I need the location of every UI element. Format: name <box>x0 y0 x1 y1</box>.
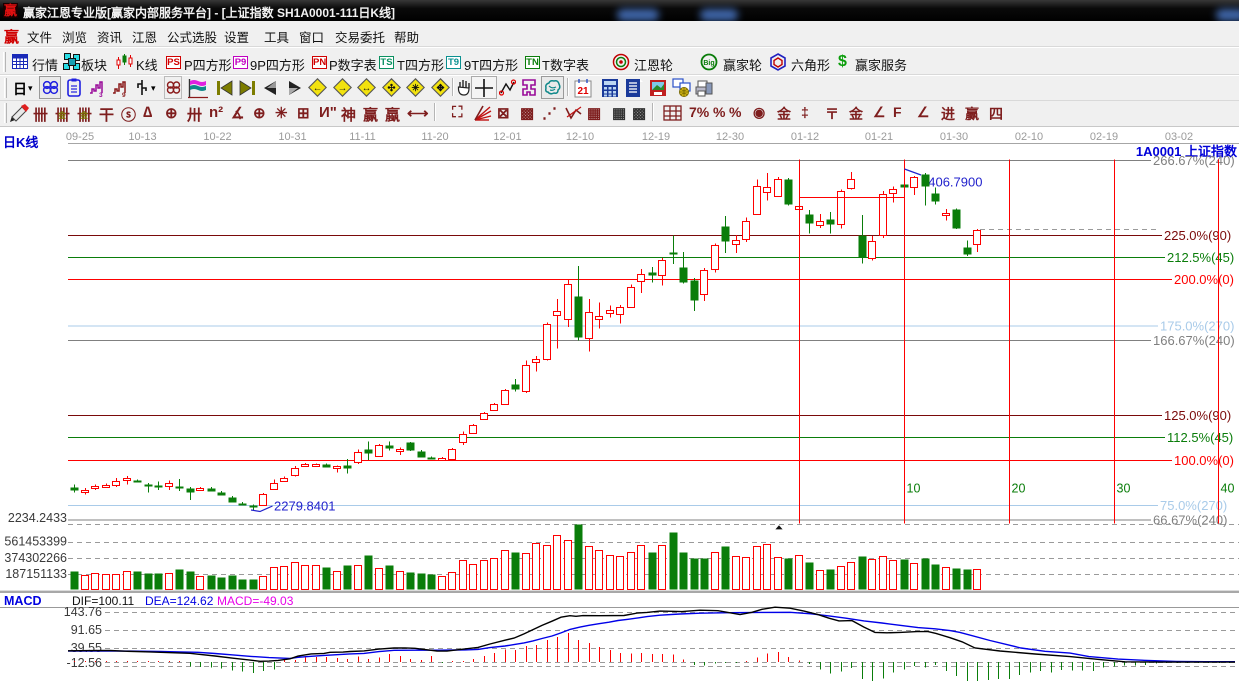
svg-text:40: 40 <box>1221 482 1235 496</box>
svg-text:09-25: 09-25 <box>66 131 94 143</box>
svg-text:100.0%(0): 100.0%(0) <box>1174 453 1234 468</box>
svg-text:2234.2433: 2234.2433 <box>8 511 67 525</box>
svg-text:12-30: 12-30 <box>716 131 744 143</box>
svg-text:2279.8401: 2279.8401 <box>274 499 335 514</box>
svg-text:91.65: 91.65 <box>71 623 102 637</box>
svg-text:10-22: 10-22 <box>203 131 231 143</box>
svg-text:日K线: 日K线 <box>3 135 38 150</box>
svg-text:10: 10 <box>907 482 921 496</box>
svg-text:212.5%(45): 212.5%(45) <box>1167 250 1234 265</box>
svg-text:187151133: 187151133 <box>5 567 67 581</box>
svg-text:✥: ✥ <box>436 83 445 94</box>
svg-text:✳: ✳ <box>412 83 421 94</box>
svg-text:143.76: 143.76 <box>64 605 102 619</box>
svg-text:Big: Big <box>703 60 714 67</box>
svg-text:←: ← <box>313 83 323 94</box>
svg-text:MACD: MACD <box>4 594 42 608</box>
svg-text:11-11: 11-11 <box>349 131 376 143</box>
svg-text:66.67%(240): 66.67%(240) <box>1153 513 1227 528</box>
svg-text:3406.7900: 3406.7900 <box>921 175 982 190</box>
svg-text:01-21: 01-21 <box>865 131 893 143</box>
svg-text:30: 30 <box>1117 482 1131 496</box>
svg-text:12-01: 12-01 <box>493 131 521 143</box>
svg-text:✣: ✣ <box>387 83 396 94</box>
svg-text:02-19: 02-19 <box>1090 131 1118 143</box>
svg-text:3: 3 <box>99 92 103 97</box>
svg-text:9: 9 <box>122 92 126 97</box>
svg-text:125.0%(90): 125.0%(90) <box>1164 408 1231 423</box>
svg-text:03-02: 03-02 <box>1165 131 1193 143</box>
svg-text:266.67%(240): 266.67%(240) <box>1153 153 1235 168</box>
svg-text:39.55: 39.55 <box>71 641 102 655</box>
svg-text:75.0%(270): 75.0%(270) <box>1160 498 1227 513</box>
svg-text:10-13: 10-13 <box>128 131 156 143</box>
svg-text:225.0%(90): 225.0%(90) <box>1164 228 1231 243</box>
svg-text:-12.56: -12.56 <box>67 656 102 670</box>
svg-text:10-31: 10-31 <box>278 131 306 143</box>
svg-text:11-20: 11-20 <box>421 131 448 143</box>
svg-text:20: 20 <box>1012 482 1026 496</box>
svg-text:561453399: 561453399 <box>4 535 67 549</box>
svg-text:175.0%(270): 175.0%(270) <box>1160 319 1234 334</box>
svg-text:200.0%(0): 200.0%(0) <box>1174 272 1234 287</box>
svg-text:01-30: 01-30 <box>940 131 968 143</box>
svg-text:02-10: 02-10 <box>1015 131 1043 143</box>
svg-text:166.67%(240): 166.67%(240) <box>1153 333 1235 348</box>
svg-text:DEA=124.62: DEA=124.62 <box>145 594 214 608</box>
svg-text:12-10: 12-10 <box>566 131 594 143</box>
svg-text:MACD=-49.03: MACD=-49.03 <box>217 594 294 608</box>
svg-text:→: → <box>337 83 347 94</box>
svg-text:12-19: 12-19 <box>642 131 670 143</box>
svg-text:374302266: 374302266 <box>4 551 67 565</box>
svg-text:01-12: 01-12 <box>791 131 819 143</box>
svg-text:↔: ↔ <box>362 83 372 94</box>
svg-text:112.5%(45): 112.5%(45) <box>1167 430 1233 445</box>
svg-text:21: 21 <box>577 86 589 97</box>
